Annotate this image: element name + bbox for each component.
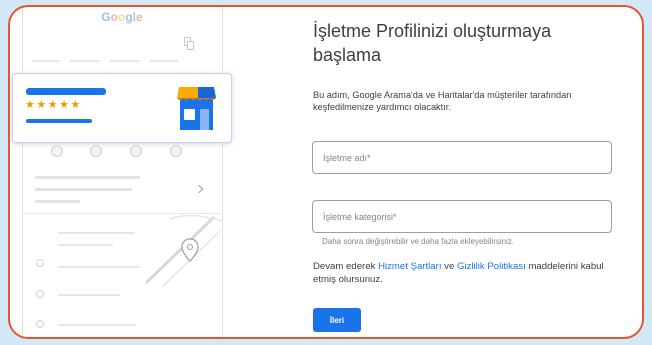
action-circle (130, 145, 142, 157)
screenshot-frame: Google ★★★★★ İşletme Profilinizi oluştur… (8, 5, 644, 339)
store-awning-left (177, 87, 198, 98)
placeholder-line (58, 294, 120, 296)
privacy-policy-link[interactable]: Gizlilik Politikası (457, 261, 526, 272)
business-name-input[interactable] (312, 141, 612, 174)
placeholder-line (110, 60, 140, 62)
action-circle (51, 145, 63, 157)
placeholder-line (35, 176, 140, 179)
placeholder-line (58, 244, 113, 246)
terms-of-service-link[interactable]: Hizmet Şartları (378, 261, 441, 272)
copy-icon-front-sheet (187, 41, 194, 50)
phone-edge-left (22, 7, 23, 337)
next-button[interactable]: İleri (313, 308, 361, 332)
star-icon: ★ (36, 98, 48, 111)
map-road (169, 214, 222, 222)
terms-conjunction: ve (444, 261, 455, 272)
logo-letter: g (125, 10, 133, 24)
star-icon: ★ (47, 98, 60, 111)
copy-icon (184, 37, 195, 51)
logo-letter: G (101, 10, 111, 24)
business-category-input[interactable] (312, 200, 612, 233)
placeholder-line (35, 200, 80, 203)
terms-notice: Devam ederek Hizmet Şartları ve Gizlilik… (313, 260, 615, 286)
placeholder-line (58, 324, 136, 326)
store-icon (177, 87, 216, 130)
placeholder-line (32, 60, 60, 62)
business-preview-card: ★★★★★ (12, 73, 232, 143)
action-circle (170, 145, 182, 157)
logo-letter: o (110, 10, 118, 24)
logo-letter: e (136, 10, 143, 24)
list-bullet (36, 259, 44, 267)
action-circle (90, 145, 102, 157)
store-door (200, 109, 209, 130)
terms-prefix: Devam ederek (313, 261, 376, 272)
chevron-right-icon (194, 184, 204, 194)
category-helper-text: Daha sonra değiştirebilir ve daha fazla … (322, 237, 515, 246)
star-icon: ★ (70, 98, 82, 111)
placeholder-line (35, 188, 132, 191)
star-icon: ★ (59, 98, 71, 111)
placeholder-line (58, 266, 140, 268)
map-illustration (144, 214, 222, 287)
list-bullet (36, 320, 44, 328)
business-detail-placeholder-bar (26, 119, 92, 123)
star-rating: ★★★★★ (25, 98, 82, 111)
page-title: İşletme Profilinizi oluşturmaya başlama (313, 21, 552, 65)
page-description: Bu adım, Google Arama'da ve Haritalar'da… (313, 90, 572, 112)
store-window (184, 109, 195, 120)
map-road (144, 215, 216, 285)
google-logo: Google (22, 10, 222, 24)
placeholder-line (58, 232, 135, 234)
star-icon: ★ (25, 98, 37, 111)
business-name-placeholder-bar (26, 88, 106, 95)
map-pin-icon (181, 238, 199, 262)
list-bullet (36, 290, 44, 298)
store-awning-right (198, 87, 216, 98)
placeholder-line (150, 60, 178, 62)
placeholder-line (70, 60, 100, 62)
phone-edge-right (222, 7, 223, 337)
